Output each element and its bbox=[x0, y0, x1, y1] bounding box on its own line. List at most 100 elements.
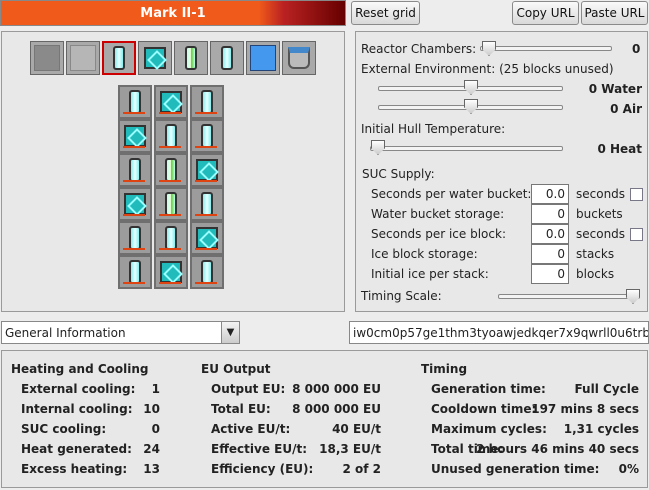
url-field[interactable]: iw0cm0p57ge1thm3tyoawjedkqer7x9qwrll0u6t… bbox=[349, 321, 649, 344]
reactor-slot[interactable] bbox=[118, 255, 152, 289]
info-row-label: Output EU: bbox=[211, 382, 286, 396]
palette-item-reactor-plating[interactable] bbox=[66, 41, 100, 75]
reactor-chambers-slider[interactable] bbox=[480, 46, 612, 51]
reactor-slot[interactable] bbox=[118, 187, 152, 221]
heat-bar bbox=[195, 282, 217, 284]
info-section-title: Timing bbox=[421, 362, 468, 376]
info-row-label: Effective EU/t: bbox=[211, 442, 308, 456]
component-palette bbox=[30, 41, 316, 75]
coolant-cell-icon bbox=[201, 124, 213, 148]
info-type-select[interactable]: General Information ▼ bbox=[1, 321, 240, 344]
heat-bar bbox=[159, 282, 181, 284]
reactor-slot[interactable] bbox=[190, 221, 224, 255]
ice-block-icon bbox=[250, 45, 276, 71]
suc-row-input[interactable]: 0 bbox=[531, 244, 569, 264]
water-value: 0 Water bbox=[588, 82, 642, 96]
reactor-title-bar: Mark II-1 bbox=[0, 0, 346, 26]
heat-vent-icon bbox=[124, 193, 146, 215]
info-row-label: Efficiency (EU): bbox=[211, 462, 314, 476]
reactor-slot[interactable] bbox=[154, 187, 188, 221]
suc-row-checkbox[interactable] bbox=[630, 188, 643, 201]
palette-item-water-bucket[interactable] bbox=[282, 41, 316, 75]
suc-row-label: Water bucket storage: bbox=[371, 207, 505, 221]
info-row-value: 0 bbox=[151, 422, 160, 436]
reactor-slot[interactable] bbox=[154, 153, 188, 187]
reactor-slot[interactable] bbox=[190, 187, 224, 221]
air-value: 0 Air bbox=[610, 102, 642, 116]
info-row-label: External cooling: bbox=[21, 382, 136, 396]
info-row-value: 40 EU/t bbox=[332, 422, 381, 436]
heat-value: 0 Heat bbox=[597, 142, 642, 156]
heat-bar bbox=[195, 180, 217, 182]
reactor-title: Mark II-1 bbox=[140, 5, 206, 21]
coolant-cell-icon bbox=[129, 260, 141, 284]
info-section-title: Heating and Cooling bbox=[11, 362, 149, 376]
fuel-rod-icon bbox=[165, 158, 177, 182]
reactor-chambers-value: 0 bbox=[632, 42, 641, 56]
reactor-slot[interactable] bbox=[118, 221, 152, 255]
paste-url-button[interactable]: Paste URL bbox=[581, 1, 648, 25]
suc-row-input[interactable]: 0 bbox=[531, 204, 569, 224]
chevron-down-icon[interactable]: ▼ bbox=[221, 322, 239, 343]
suc-row-input[interactable]: 0 bbox=[531, 264, 569, 284]
reactor-slot[interactable] bbox=[190, 119, 224, 153]
suc-supply-label: SUC Supply: bbox=[362, 167, 435, 181]
heat-bar bbox=[123, 146, 145, 148]
suc-row-checkbox[interactable] bbox=[630, 228, 643, 241]
coolant-cell-icon bbox=[165, 124, 177, 148]
reactor-slot[interactable] bbox=[190, 255, 224, 289]
timing-scale-slider[interactable] bbox=[498, 294, 640, 299]
info-type-value: General Information bbox=[5, 326, 126, 340]
info-row-value: 18,3 EU/t bbox=[319, 442, 381, 456]
suc-row-label: Seconds per ice block: bbox=[371, 227, 506, 241]
reactor-slot[interactable] bbox=[154, 119, 188, 153]
suc-row-input[interactable]: 0.0 bbox=[531, 184, 569, 204]
info-row-label: Maximum cycles: bbox=[431, 422, 547, 436]
palette-item-fuel-rod[interactable] bbox=[174, 41, 208, 75]
fuel-rod-icon bbox=[165, 192, 177, 216]
coolant-cell-icon bbox=[201, 260, 213, 284]
info-section-title: EU Output bbox=[201, 362, 271, 376]
suc-row-unit: buckets bbox=[576, 207, 623, 221]
palette-item-empty-slot[interactable] bbox=[30, 41, 64, 75]
reactor-slot[interactable] bbox=[154, 85, 188, 119]
coolant-cell-icon bbox=[221, 46, 233, 70]
reactor-slot[interactable] bbox=[118, 153, 152, 187]
info-row-label: Unused generation time: bbox=[431, 462, 600, 476]
reset-grid-button[interactable]: Reset grid bbox=[351, 1, 420, 25]
palette-item-coolant-cell-2[interactable] bbox=[210, 41, 244, 75]
reactor-slot[interactable] bbox=[118, 119, 152, 153]
coolant-cell-icon bbox=[129, 226, 141, 250]
heat-vent-icon bbox=[160, 91, 182, 113]
reactor-slot[interactable] bbox=[154, 255, 188, 289]
reactor-chambers-label: Reactor Chambers: bbox=[361, 42, 477, 56]
info-row-label: Excess heating: bbox=[21, 462, 128, 476]
suc-row-unit: blocks bbox=[576, 267, 615, 281]
suc-row-input[interactable]: 0.0 bbox=[531, 224, 569, 244]
hull-temperature-slider[interactable] bbox=[370, 146, 563, 151]
suc-row-unit: seconds bbox=[576, 227, 626, 241]
copy-url-button[interactable]: Copy URL bbox=[512, 1, 579, 25]
url-value: iw0cm0p57ge1thm3tyoawjedkqer7x9qwrll0u6t… bbox=[353, 326, 649, 340]
palette-item-ice-block[interactable] bbox=[246, 41, 280, 75]
info-row-label: Cooldown time: bbox=[431, 402, 537, 416]
info-row-value: 13 bbox=[143, 462, 160, 476]
palette-item-coolant-cell[interactable] bbox=[102, 41, 136, 75]
reactor-slot[interactable] bbox=[190, 85, 224, 119]
reactor-slot[interactable] bbox=[154, 221, 188, 255]
heat-bar bbox=[123, 248, 145, 250]
info-row-value: 8 000 000 EU bbox=[292, 382, 381, 396]
bucket-icon bbox=[288, 47, 310, 69]
heat-bar bbox=[159, 180, 181, 182]
heat-bar bbox=[123, 282, 145, 284]
empty-slot-icon bbox=[34, 45, 60, 71]
plating-icon bbox=[70, 45, 96, 71]
heat-vent-icon bbox=[124, 125, 146, 147]
palette-item-heat-vent[interactable] bbox=[138, 41, 172, 75]
suc-row-label: Initial ice per stack: bbox=[371, 267, 489, 281]
reactor-slot[interactable] bbox=[118, 85, 152, 119]
info-row-value: 0% bbox=[618, 462, 639, 476]
heat-bar bbox=[195, 248, 217, 250]
hull-temperature-label: Initial Hull Temperature: bbox=[361, 122, 506, 136]
reactor-slot[interactable] bbox=[190, 153, 224, 187]
